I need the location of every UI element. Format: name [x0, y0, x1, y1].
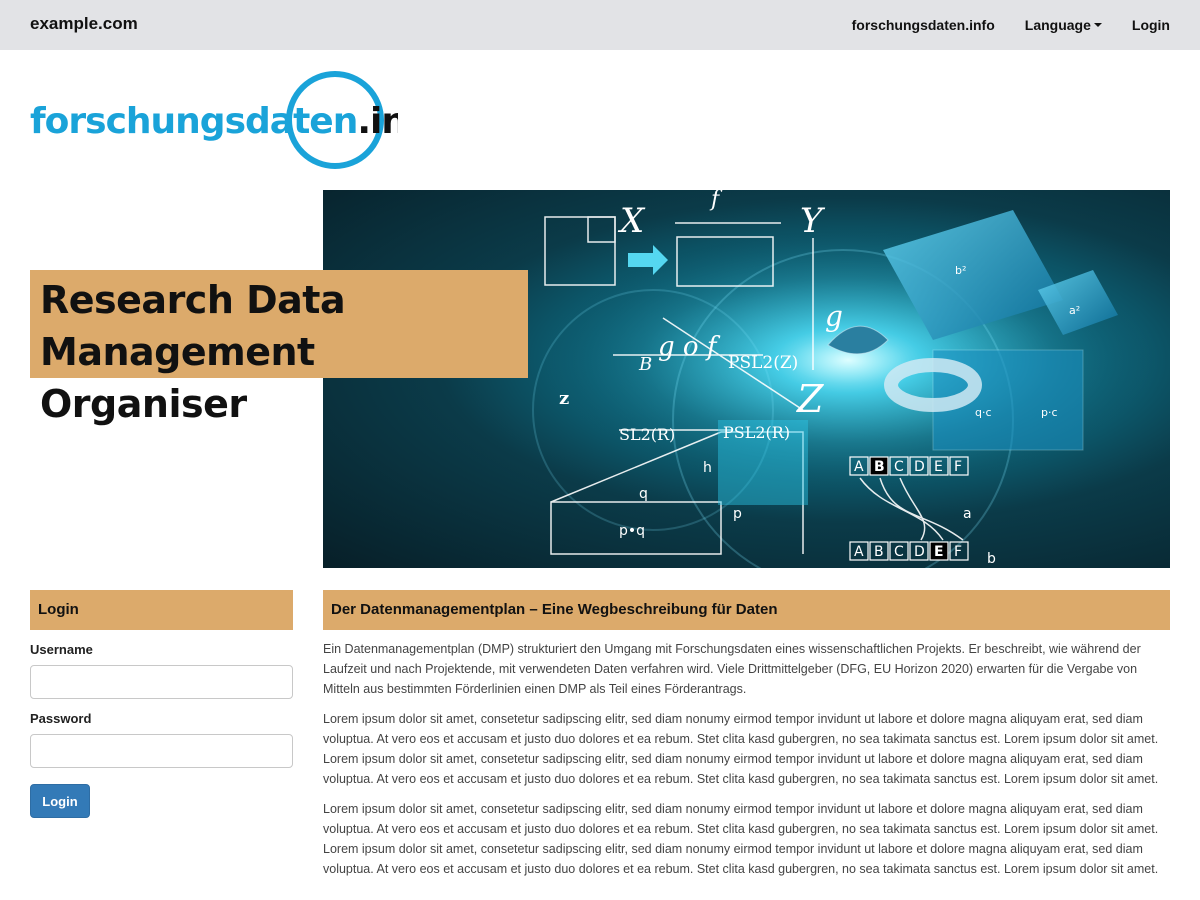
article-paragraph: Ein Datenmanagementplan (DMP) strukturie…: [323, 642, 1141, 696]
hero-label-h: h: [703, 460, 712, 476]
caret-down-icon: [1093, 23, 1102, 27]
letter-top-letter: E: [934, 459, 943, 475]
login-heading: Login: [30, 590, 293, 630]
hero-label-q: q: [639, 486, 648, 502]
letter-bottom-letter: F: [954, 544, 962, 560]
username-input[interactable]: [30, 665, 293, 699]
hero-label-p: p: [733, 506, 742, 522]
brand-link[interactable]: example.com: [30, 14, 138, 34]
hero-title-box: Research Data Management Organiser: [30, 270, 528, 426]
login-button[interactable]: Login: [30, 784, 90, 818]
letter-top-letter: C: [894, 459, 904, 475]
letter-bottom-letter: C: [894, 544, 904, 560]
article-paragraph: Lorem ipsum dolor sit amet, consetetur s…: [323, 712, 1159, 786]
hero-label-b2: b²: [955, 264, 966, 277]
hero-label-psl2z: PSL2(Z): [728, 353, 798, 373]
hero-label-z: Z: [796, 377, 824, 421]
hero-label-pq: p•q: [619, 523, 645, 539]
hero-label-y: Y: [800, 201, 826, 241]
letter-bottom-letter: D: [914, 544, 925, 560]
hero-label-b: B: [638, 354, 652, 375]
letter-bottom-letter: E: [934, 544, 944, 560]
hero-label-pc: p·c: [1041, 406, 1058, 419]
letter-top-letter: F: [954, 459, 962, 475]
letter-top-letter: B: [874, 459, 885, 475]
password-label: Password: [30, 711, 92, 726]
login-panel: Login Username Password Login: [30, 590, 293, 818]
hero-label-sl2r: SL2(R): [619, 425, 675, 444]
top-navbar: example.com forschungsdaten.info Languag…: [0, 0, 1200, 50]
letter-top-letter: D: [914, 459, 925, 475]
hero-label-a2: a²: [1069, 304, 1080, 317]
hero-label-x: X: [617, 201, 646, 241]
letter-top-letter: A: [854, 459, 864, 475]
site-logo[interactable]: forschungsdaten.info: [28, 68, 446, 172]
article: Der Datenmanagementplan – Eine Wegbeschr…: [323, 590, 1170, 879]
letter-bottom-letter: B: [874, 544, 884, 560]
letter-bottom-letter: A: [854, 544, 864, 560]
username-label: Username: [30, 642, 93, 657]
password-input[interactable]: [30, 734, 293, 768]
hero-label-g: g: [825, 300, 843, 333]
svg-text:forschungsdaten.info: forschungsdaten.info: [30, 101, 398, 142]
logo-text-main: forschungsdaten: [30, 101, 357, 142]
hero-label-psl2r: PSL2(R): [723, 423, 790, 442]
language-dropdown[interactable]: Language: [1025, 17, 1102, 33]
hero-label-gof: g o f: [658, 332, 721, 362]
nav-link-login[interactable]: Login: [1132, 17, 1170, 33]
language-label: Language: [1024, 17, 1091, 33]
hero-label-b-small: b: [987, 551, 996, 567]
logo-text-suffix: .info: [357, 101, 398, 142]
nav-link-forschungsdaten[interactable]: forschungsdaten.info: [852, 17, 995, 33]
logo-graphic: forschungsdaten.info: [30, 71, 446, 169]
hero-label-a: a: [963, 506, 972, 522]
article-paragraph: Lorem ipsum dolor sit amet, consetetur s…: [323, 802, 1159, 876]
hero-label-qc: q·c: [975, 406, 992, 419]
page-title: Research Data Management Organiser: [40, 278, 346, 426]
article-heading: Der Datenmanagementplan – Eine Wegbeschr…: [323, 590, 1170, 630]
nav-links: forschungsdaten.info Language Login: [852, 0, 1170, 50]
hero-label-zz: z: [559, 388, 569, 409]
